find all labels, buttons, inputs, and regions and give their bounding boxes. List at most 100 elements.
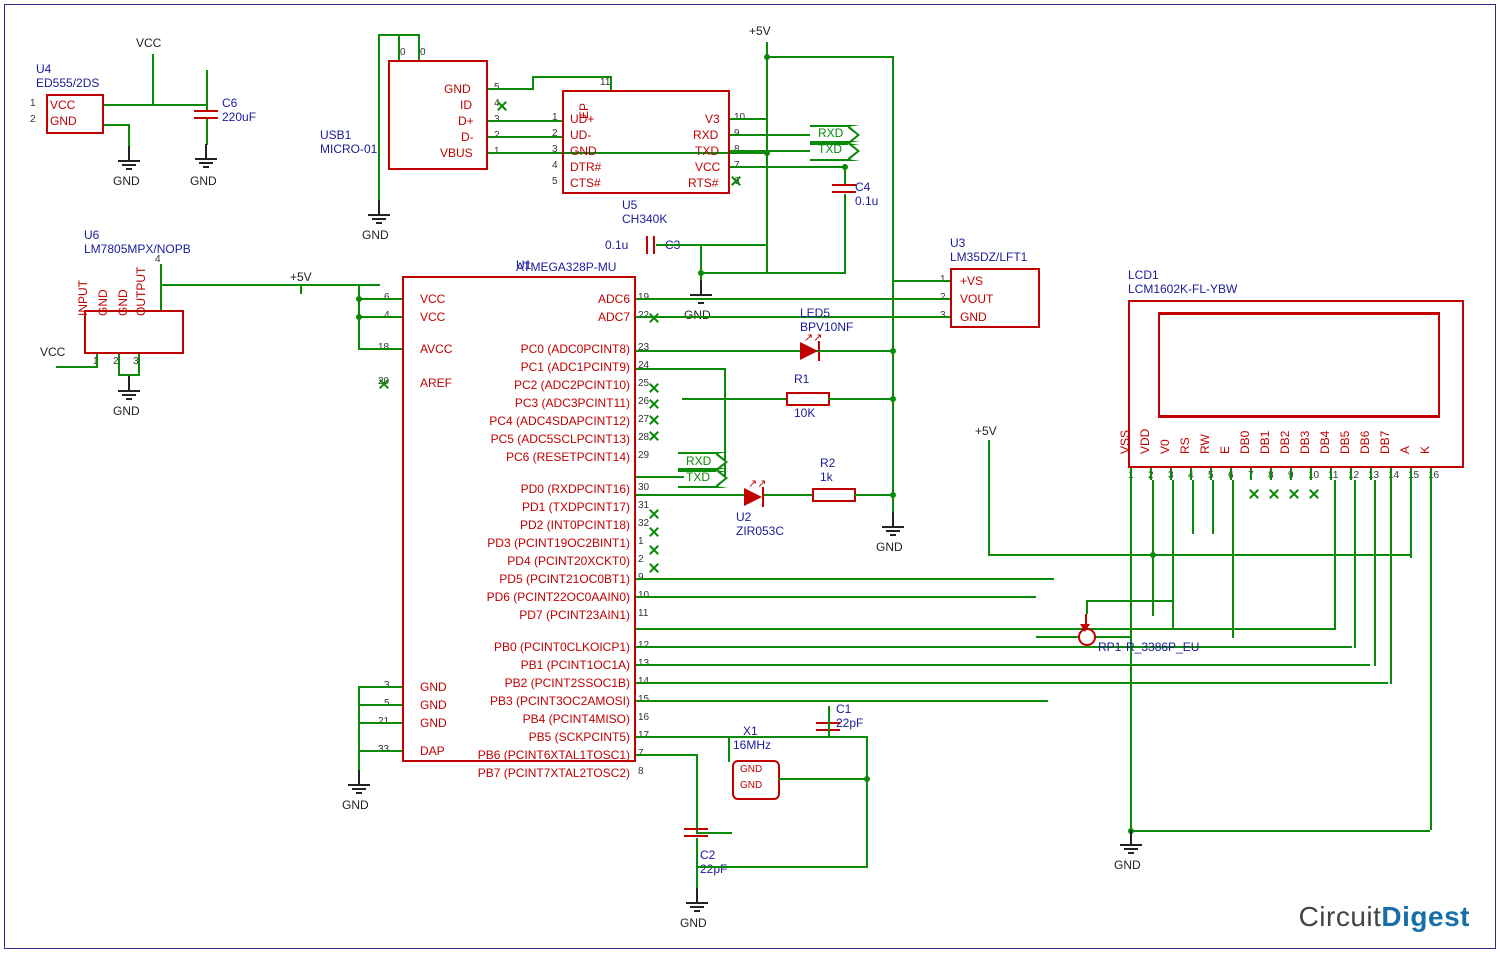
u1-p22: ADC7 [460,310,630,324]
usb1-part: MICRO-01 [320,142,377,156]
wire [118,354,120,374]
u1-p13: PB1 (PCINT1OC1A) [460,658,630,672]
c4-ref: C4 [855,180,870,194]
c6-val: 220uF [222,110,256,124]
nc-icon [648,382,660,394]
wire [766,166,846,168]
u4-ref: U4 [36,62,51,76]
txd: TXD [818,142,842,156]
wire [892,298,950,300]
wire [358,686,402,688]
u1-p1: PD3 (PCINT19OC2BINT1) [460,536,630,550]
u1-n16: 16 [638,712,649,723]
rxd: RXD [818,126,843,140]
wire [636,596,1036,598]
wire [1270,468,1272,480]
u4-pin1: VCC [50,98,75,112]
wire [728,736,730,762]
wire [778,778,866,780]
wire [636,736,730,738]
u3p3: GND [960,310,987,324]
u1-n11: 11 [638,608,648,619]
wire [160,264,162,310]
lcd-p1: VSS [1118,430,1132,454]
wire [1290,468,1292,480]
wire [1170,468,1172,480]
nc-icon [378,378,390,390]
u1-p28: PC5 (ADC5SCLPCINT13) [460,432,630,446]
nc-icon [1268,488,1280,500]
junction [356,296,362,302]
u2-diode: ↗↗ [744,488,762,506]
u2-ref: U2 [736,510,751,524]
u5-r10: V3 [705,112,720,126]
wire [1096,636,1132,638]
junction [356,314,362,320]
brand-b: Digest [1381,901,1470,932]
lcd-p12: DB5 [1338,431,1352,454]
u1-l4: VCC [420,310,445,324]
u1-l6: VCC [420,292,445,306]
wire [1130,830,1430,832]
p5v-label2: +5V [975,424,997,438]
c3-val: 0.1u [605,238,628,252]
wire [1250,468,1252,480]
wire [358,298,402,300]
nc-icon [648,526,660,538]
usb1-ref: USB1 [320,128,351,142]
u1-p23: PC0 (ADC0PCINT8) [460,342,630,356]
u4-n1: 1 [30,98,36,109]
rp1-val: R_3386P_EU [1126,640,1199,654]
wire [636,476,684,478]
wire [844,226,846,274]
wire [636,494,744,496]
x1-val: 16MHz [733,738,771,752]
lcd-p3: V0 [1158,439,1172,454]
u1-p30: PD0 (RXDPCINT16) [460,482,630,496]
wire [104,104,154,106]
usb-p2: D- [461,130,474,144]
wire [1190,468,1192,480]
lcd-screen [1158,312,1440,418]
led5-ref: LED5 [800,306,830,320]
gnd-text: GND [342,798,369,812]
usb-p4: ID [460,98,472,112]
nc-icon [648,562,660,574]
wire [300,284,360,286]
usb-p5: GND [444,82,471,96]
wire [378,34,420,36]
wire [104,124,130,126]
u1-p29: PC6 (RESETPCINT14) [460,450,630,464]
u1-lg3: GND [420,680,447,694]
nc-icon [648,312,660,324]
wire [488,120,562,122]
wire [1390,468,1392,480]
lcd-p9: DB2 [1278,431,1292,454]
lcd-p2: VDD [1138,429,1152,454]
u5-l1: UD+ [570,112,594,126]
wire [728,736,830,738]
x1-g1: GND [740,764,762,775]
gnd-text: GND [1114,858,1141,872]
lcd-p14: DB7 [1378,431,1392,454]
u1-p19: ADC6 [460,292,630,306]
u5n11: 11 [600,77,610,88]
wire [1036,636,1078,638]
lcd-p4: RS [1178,437,1192,454]
wire [488,88,534,90]
junction [698,270,704,276]
wire [730,166,768,168]
usb-n0a: 0 [400,47,406,58]
u5n4: 4 [552,160,558,171]
wire [1192,480,1194,534]
wire [696,866,866,868]
wire [636,316,894,318]
wire [1152,480,1154,616]
u5n3: 3 [552,144,558,155]
wire [828,706,830,736]
wire [730,118,768,120]
u1-part: ATMEGA328P-MU [516,260,616,274]
wire [1370,468,1372,480]
wire [206,119,208,145]
nc-icon [730,175,742,187]
